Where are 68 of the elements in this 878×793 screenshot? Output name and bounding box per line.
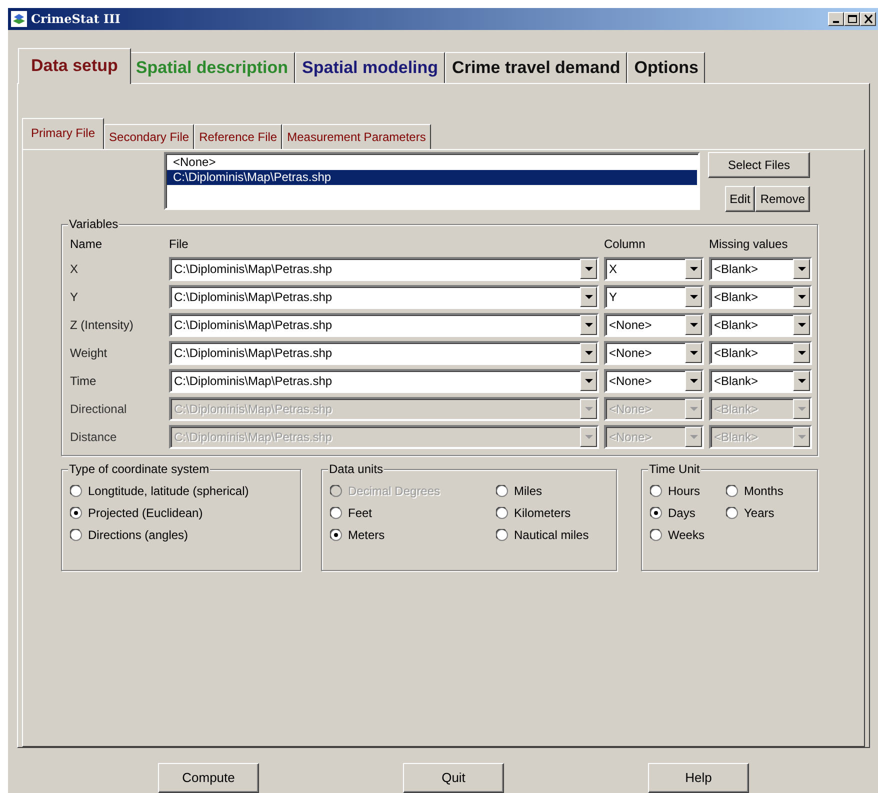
missing-values-dropdown[interactable]: <Blank> <box>709 257 812 281</box>
group-label: Type of coordinate system <box>68 462 210 476</box>
radio-option[interactable]: Projected (Euclidean) <box>70 502 292 524</box>
radio-option[interactable]: Miles <box>496 480 608 502</box>
radio-option[interactable]: Longtitude, latitude (spherical) <box>70 480 292 502</box>
column-header: Column <box>604 237 646 251</box>
sub-tab[interactable]: Measurement Parameters <box>282 124 431 149</box>
minimize-button[interactable] <box>828 12 844 26</box>
close-button[interactable] <box>860 12 876 26</box>
file-dropdown[interactable]: C:\Diplominis\Map\Petras.shp <box>169 257 599 281</box>
window-title: CrimeStat III <box>31 11 120 28</box>
variable-name: Y <box>70 290 78 304</box>
maximize-icon <box>846 14 858 24</box>
file-list[interactable]: <None> C:\Diplominis\Map\Petras.shp <box>164 152 700 210</box>
main-tab[interactable]: Data setup <box>18 48 131 84</box>
missing-values-dropdown[interactable]: <Blank> <box>709 285 812 309</box>
file-dropdown[interactable]: C:\Diplominis\Map\Petras.shp <box>169 341 599 365</box>
file-list-item[interactable]: C:\Diplominis\Map\Petras.shp <box>167 170 697 185</box>
column-header: Missing values <box>709 237 788 251</box>
radio-option[interactable]: Weeks <box>650 524 720 546</box>
missing-values-dropdown[interactable]: <Blank> <box>709 313 812 337</box>
column-dropdown[interactable]: <None> <box>604 369 704 393</box>
column-header: Name <box>70 237 102 251</box>
file-list-item[interactable]: <None> <box>167 155 697 170</box>
radio-option[interactable]: Days <box>650 502 720 524</box>
maximize-button[interactable] <box>844 12 860 26</box>
radio-option[interactable]: Months <box>726 480 809 502</box>
variable-name: Distance <box>70 430 117 444</box>
radio-option[interactable]: Directions (angles) <box>70 524 292 546</box>
minimize-icon <box>833 21 839 23</box>
file-dropdown[interactable]: C:\Diplominis\Map\Petras.shp <box>169 285 599 309</box>
radio-option[interactable]: Hours <box>650 480 720 502</box>
edit-button[interactable]: Edit <box>724 186 756 212</box>
file-dropdown[interactable]: C:\Diplominis\Map\Petras.shp <box>169 313 599 337</box>
remove-button[interactable]: Remove <box>755 186 810 212</box>
variable-name: Z (Intensity) <box>70 318 134 332</box>
radio-option[interactable]: Years <box>726 502 809 524</box>
sub-tab[interactable]: Primary File <box>22 118 104 149</box>
main-tab[interactable]: Spatial modeling <box>295 52 446 84</box>
file-dropdown[interactable]: C:\Diplominis\Map\Petras.shp <box>169 369 599 393</box>
action-button[interactable]: Help <box>648 763 749 793</box>
radio-option[interactable]: Nautical miles <box>496 524 608 546</box>
column-dropdown[interactable]: <None> <box>604 341 704 365</box>
select-files-button[interactable]: Select Files <box>708 152 810 178</box>
column-header: File <box>169 237 188 251</box>
action-button[interactable]: Compute <box>158 763 259 793</box>
sub-tab[interactable]: Secondary File <box>104 124 194 149</box>
main-tab[interactable]: Crime travel demand <box>445 52 628 84</box>
variable-name: X <box>70 262 78 276</box>
column-dropdown[interactable]: X <box>604 257 704 281</box>
action-button[interactable]: Quit <box>403 763 504 793</box>
missing-values-dropdown[interactable]: <Blank> <box>709 369 812 393</box>
close-icon <box>862 14 874 24</box>
app-icon <box>11 11 27 27</box>
group-label: Time Unit <box>648 462 701 476</box>
radio-option[interactable]: Feet <box>330 502 490 524</box>
variable-name: Directional <box>70 402 127 416</box>
main-tab[interactable]: Options <box>627 52 706 84</box>
radio-option[interactable]: Kilometers <box>496 502 608 524</box>
radio-option[interactable]: Meters <box>330 524 490 546</box>
column-dropdown[interactable]: Y <box>604 285 704 309</box>
column-dropdown[interactable]: <None> <box>604 313 704 337</box>
variable-name: Time <box>70 374 96 388</box>
missing-values-dropdown[interactable]: <Blank> <box>709 341 812 365</box>
group-label: Data units <box>328 462 384 476</box>
variable-name: Weight <box>70 346 108 360</box>
sub-tab[interactable]: Reference File <box>194 124 282 149</box>
group-label: Variables <box>68 217 120 231</box>
